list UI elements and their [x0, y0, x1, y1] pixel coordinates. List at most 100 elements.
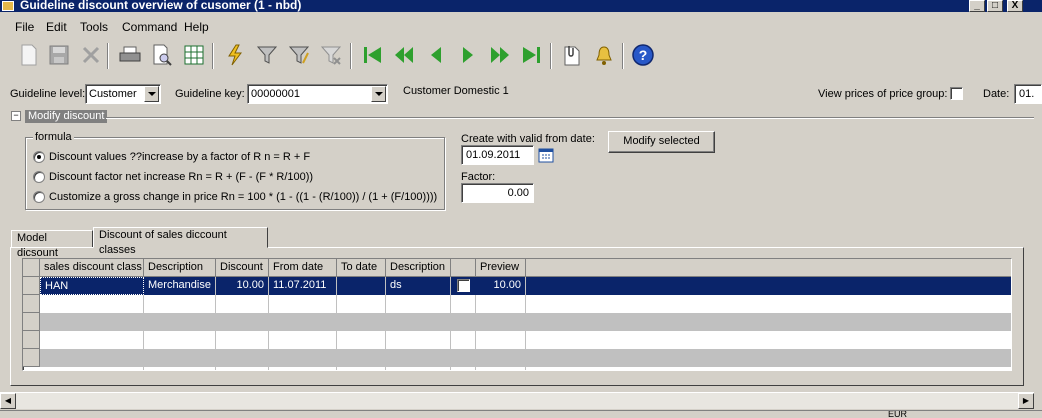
column-header-check[interactable]: [451, 259, 476, 277]
table-row[interactable]: [40, 313, 1011, 331]
column-header-description[interactable]: Description: [144, 259, 216, 277]
guideline-key-select[interactable]: 00000001: [247, 84, 388, 104]
toolbar-separator: [550, 43, 552, 69]
cell-from-date[interactable]: 11.07.2011: [269, 277, 337, 295]
menu-tools[interactable]: Tools: [80, 20, 108, 34]
collapse-toggle[interactable]: −: [11, 111, 21, 121]
table-row[interactable]: [40, 295, 1011, 313]
formula-group: formula Discount values ??increase by a …: [25, 131, 445, 210]
guideline-level-select[interactable]: Customer: [85, 84, 161, 104]
formula-option-3-radio[interactable]: [33, 191, 45, 203]
scroll-left-icon[interactable]: ◀: [0, 393, 16, 409]
menu-bar: File Edit Tools Command Help: [0, 13, 1042, 39]
scroll-right-icon[interactable]: ▶: [1018, 393, 1034, 409]
close-button[interactable]: X: [1007, 0, 1023, 12]
delete-icon[interactable]: [77, 41, 105, 69]
svg-text:?: ?: [639, 47, 648, 63]
cell-preview[interactable]: 10.00: [476, 277, 526, 295]
factor-field[interactable]: 0.00: [461, 183, 534, 203]
next-page-icon[interactable]: [486, 41, 514, 69]
menu-edit[interactable]: Edit: [46, 20, 67, 34]
toolbar-separator: [622, 43, 624, 69]
toolbar-separator: [107, 43, 109, 69]
last-record-icon[interactable]: [518, 41, 546, 69]
formula-option-3-label[interactable]: Customize a gross change in price Rn = 1…: [49, 191, 437, 203]
view-prices-checkbox[interactable]: [950, 87, 963, 100]
row-header[interactable]: [23, 331, 40, 349]
tab-sales-discount-classes[interactable]: Discount of sales diccount classes: [93, 227, 268, 256]
column-divider: [385, 295, 386, 370]
toolbar: ?: [0, 39, 1042, 73]
tab-model-discount[interactable]: Model dicsount: [11, 230, 93, 259]
advanced-filter-icon[interactable]: [285, 41, 313, 69]
cell-to-date[interactable]: [337, 277, 386, 295]
column-divider: [215, 295, 216, 370]
minimize-button[interactable]: _: [969, 0, 985, 12]
status-currency: EUR: [888, 410, 908, 418]
column-header-sales-discount-class[interactable]: sales discount class: [40, 259, 144, 277]
date-field[interactable]: 01.: [1014, 84, 1042, 104]
valid-from-field[interactable]: 01.09.2011: [461, 145, 534, 165]
column-divider: [475, 295, 476, 370]
formula-option-2-label[interactable]: Discount factor net increase Rn = R + (F…: [49, 171, 313, 183]
column-divider: [525, 295, 526, 370]
formula-legend: formula: [33, 131, 74, 143]
alert-icon[interactable]: [590, 41, 618, 69]
row-checkbox[interactable]: [457, 279, 470, 292]
column-divider: [268, 295, 269, 370]
formula-option-1-radio[interactable]: [33, 151, 45, 163]
column-header-discount[interactable]: Discount: [216, 259, 269, 277]
column-header-description-2[interactable]: Description: [386, 259, 451, 277]
guideline-key-label: Guideline key:: [175, 88, 245, 100]
table-row[interactable]: [40, 331, 1011, 349]
table-row[interactable]: [40, 349, 1011, 367]
remove-filter-icon[interactable]: [317, 41, 345, 69]
formula-option-1-label[interactable]: Discount values ??increase by a factor o…: [49, 151, 310, 163]
section-title: Modify discount: [25, 110, 108, 123]
maximize-button[interactable]: □: [987, 0, 1003, 12]
cell-discount[interactable]: 10.00: [216, 277, 269, 295]
row-header[interactable]: [23, 313, 40, 331]
modify-selected-button[interactable]: Modify selected: [608, 131, 715, 153]
new-icon[interactable]: [15, 41, 43, 69]
column-divider: [450, 295, 451, 370]
excel-icon[interactable]: [180, 41, 208, 69]
column-header-to-date[interactable]: To date: [337, 259, 386, 277]
row-header[interactable]: [23, 349, 40, 367]
save-icon[interactable]: [45, 41, 73, 69]
discount-grid[interactable]: sales discount class Description Discoun…: [22, 258, 1012, 371]
chevron-down-icon[interactable]: [371, 86, 386, 102]
menu-file[interactable]: File: [15, 20, 34, 34]
menu-help[interactable]: Help: [184, 20, 209, 34]
formula-option-2-radio[interactable]: [33, 171, 45, 183]
toolbar-separator: [350, 43, 352, 69]
column-header-from-date[interactable]: From date: [269, 259, 337, 277]
row-header[interactable]: [23, 277, 40, 295]
calendar-icon[interactable]: [538, 147, 554, 163]
customer-name: Customer Domestic 1: [403, 85, 509, 97]
column-header-preview[interactable]: Preview: [476, 259, 526, 277]
column-header-filler: [526, 259, 1011, 277]
attachment-icon[interactable]: [558, 41, 586, 69]
row-header[interactable]: [23, 295, 40, 313]
previous-record-icon[interactable]: [422, 41, 450, 69]
grid-corner: [23, 259, 40, 277]
cell-description-2[interactable]: ds: [386, 277, 451, 295]
column-divider: [143, 295, 144, 370]
horizontal-scrollbar[interactable]: ◀ ▶: [0, 392, 1034, 409]
print-icon[interactable]: [116, 41, 144, 69]
previous-page-icon[interactable]: [390, 41, 418, 69]
help-icon[interactable]: ?: [629, 41, 657, 69]
filter-icon[interactable]: [253, 41, 281, 69]
status-bar: EUR: [0, 410, 1042, 418]
next-record-icon[interactable]: [454, 41, 482, 69]
date-label: Date:: [983, 88, 1010, 100]
print-preview-icon[interactable]: [148, 41, 176, 69]
first-record-icon[interactable]: [358, 41, 386, 69]
chevron-down-icon[interactable]: [144, 86, 159, 102]
menu-command[interactable]: Command: [122, 20, 177, 34]
filter-by-selection-icon[interactable]: [221, 41, 249, 69]
cell-description[interactable]: Merchandise: [144, 277, 216, 295]
window-title: Guideline discount overview of cusomer (…: [20, 0, 302, 12]
cell-class[interactable]: HAN: [40, 277, 144, 295]
